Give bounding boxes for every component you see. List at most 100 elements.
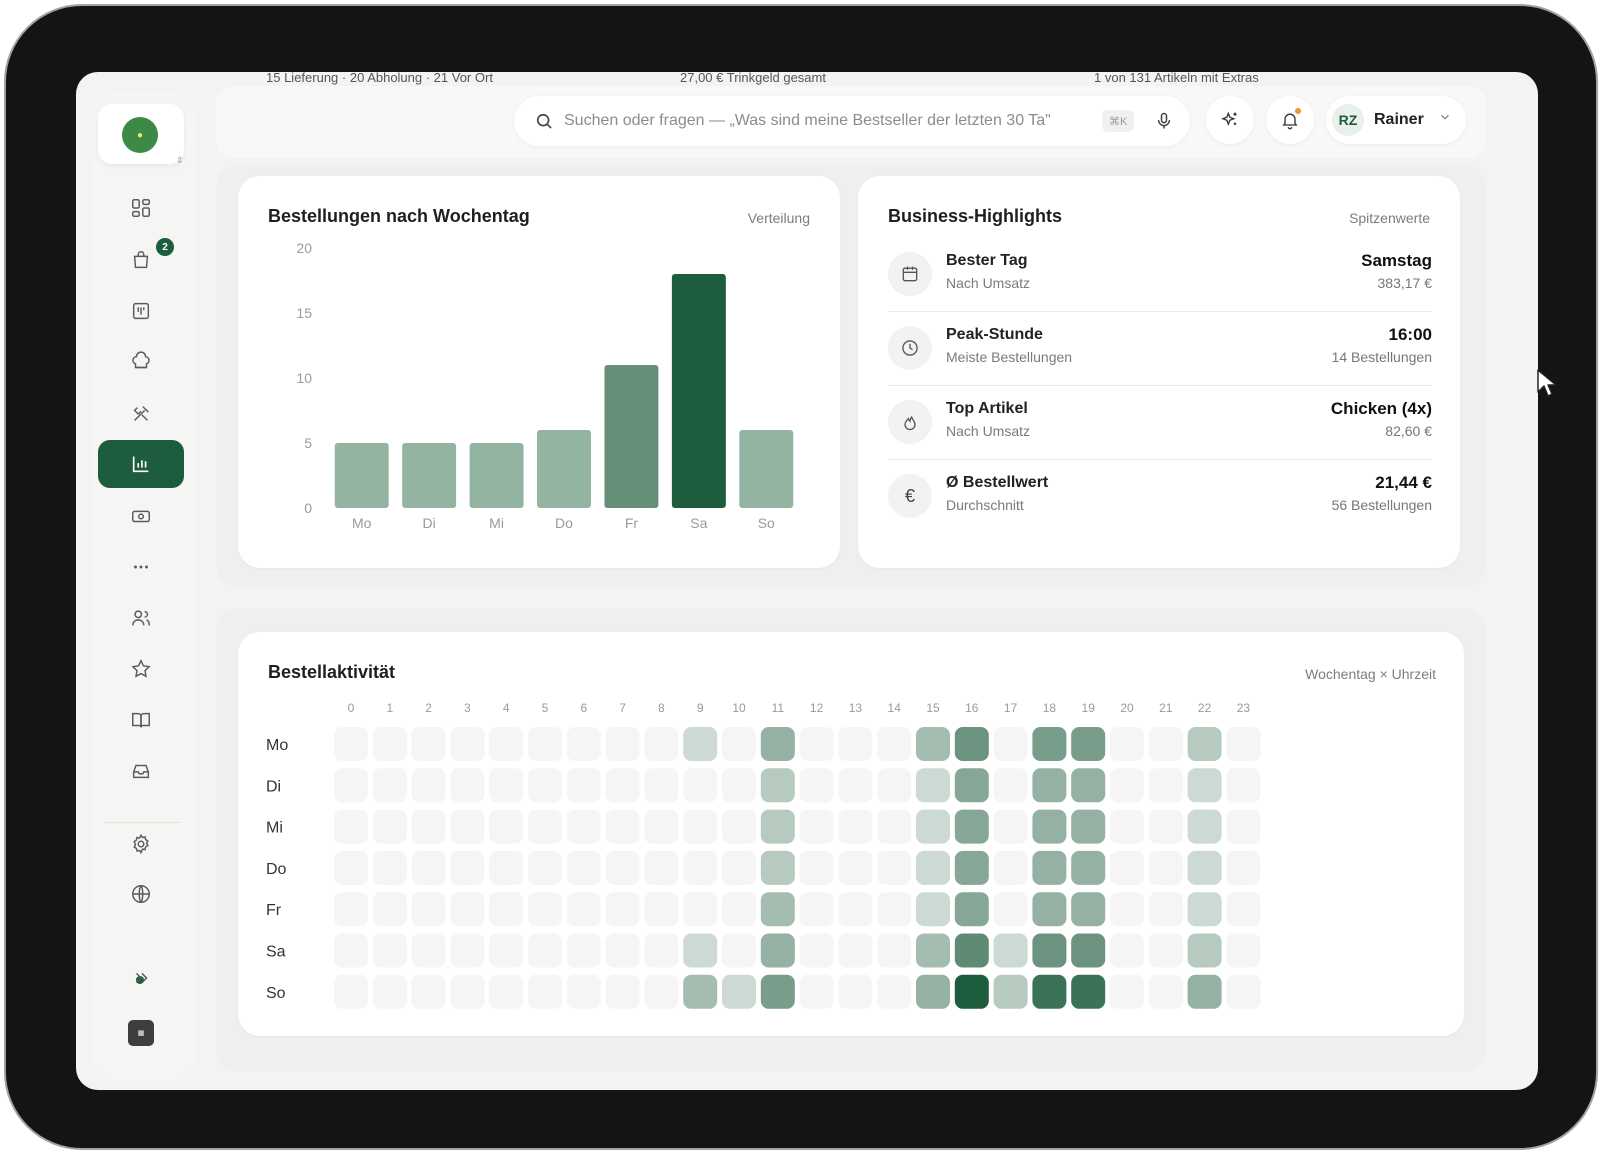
sidebar-item-orders[interactable]: 2 xyxy=(98,236,184,284)
heatmap-cell[interactable] xyxy=(799,768,834,803)
heatmap-cell[interactable] xyxy=(605,727,640,761)
heatmap-cell[interactable] xyxy=(1110,974,1144,1009)
heatmap-cell[interactable] xyxy=(722,974,756,1009)
heatmap-cell[interactable] xyxy=(954,850,989,885)
sidebar-item-analytics[interactable] xyxy=(98,440,184,488)
heatmap-cell[interactable] xyxy=(489,809,524,844)
heatmap-cell[interactable] xyxy=(605,892,640,927)
search-input[interactable] xyxy=(564,109,1094,133)
microphone-icon[interactable] xyxy=(1154,110,1174,132)
heatmap-cell[interactable] xyxy=(916,974,950,1009)
heatmap-cell[interactable] xyxy=(954,892,989,927)
heatmap-cell[interactable] xyxy=(411,892,446,927)
heatmap-cell[interactable] xyxy=(1226,727,1261,761)
heatmap-cell[interactable] xyxy=(644,768,679,803)
heatmap-cell[interactable] xyxy=(1071,892,1106,927)
sidebar-item-reviews[interactable] xyxy=(98,645,184,693)
heatmap-cell[interactable] xyxy=(450,933,485,968)
heatmap-cell[interactable] xyxy=(334,850,368,885)
heatmap-cell[interactable] xyxy=(683,850,718,885)
heatmap-cell[interactable] xyxy=(1032,974,1067,1009)
heatmap-cell[interactable] xyxy=(372,974,407,1009)
bar-so[interactable] xyxy=(739,430,794,508)
heatmap-cell[interactable] xyxy=(683,768,718,803)
heatmap-cell[interactable] xyxy=(605,933,640,968)
heatmap-cell[interactable] xyxy=(605,768,640,803)
heatmap-cell[interactable] xyxy=(1110,933,1144,968)
heatmap-cell[interactable] xyxy=(954,727,989,761)
bar-do[interactable] xyxy=(537,430,591,508)
sidebar-item-language[interactable] xyxy=(98,870,184,918)
heatmap-cell[interactable] xyxy=(760,727,795,761)
heatmap-cell[interactable] xyxy=(1226,768,1261,803)
heatmap-cell[interactable] xyxy=(1226,933,1261,968)
heatmap-cell[interactable] xyxy=(1032,809,1067,844)
heatmap-cell[interactable] xyxy=(993,892,1028,927)
heatmap-cell[interactable] xyxy=(334,892,368,927)
heatmap-cell[interactable] xyxy=(1071,933,1106,968)
heatmap-cell[interactable] xyxy=(954,768,989,803)
heatmap-cell[interactable] xyxy=(877,850,912,885)
heatmap-cell[interactable] xyxy=(760,892,795,927)
sidebar-item-chef[interactable] xyxy=(98,338,184,386)
heatmap-cell[interactable] xyxy=(528,892,562,927)
heatmap-cell[interactable] xyxy=(877,768,912,803)
heatmap-cell[interactable] xyxy=(1187,892,1222,927)
heatmap-cell[interactable] xyxy=(411,933,446,968)
heatmap-cell[interactable] xyxy=(722,892,756,927)
heatmap-cell[interactable] xyxy=(605,974,640,1009)
heatmap-cell[interactable] xyxy=(683,933,718,968)
heatmap-cell[interactable] xyxy=(528,850,562,885)
heatmap-cell[interactable] xyxy=(411,809,446,844)
heatmap-cell[interactable] xyxy=(411,727,446,761)
notifications-button[interactable] xyxy=(1266,96,1314,144)
heatmap-cell[interactable] xyxy=(450,892,485,927)
heatmap-cell[interactable] xyxy=(1032,727,1067,761)
heatmap-cell[interactable] xyxy=(916,768,950,803)
heatmap-cell[interactable] xyxy=(566,974,601,1009)
heatmap-cell[interactable] xyxy=(1071,974,1106,1009)
heatmap-cell[interactable] xyxy=(566,727,601,761)
heatmap-cell[interactable] xyxy=(334,768,368,803)
heatmap-cell[interactable] xyxy=(1148,974,1183,1009)
sidebar-item-customers[interactable] xyxy=(98,594,184,642)
heatmap-cell[interactable] xyxy=(489,974,524,1009)
heatmap-cell[interactable] xyxy=(566,850,601,885)
heatmap-cell[interactable] xyxy=(644,809,679,844)
heatmap-cell[interactable] xyxy=(644,892,679,927)
heatmap-cell[interactable] xyxy=(877,809,912,844)
heatmap-cell[interactable] xyxy=(1148,809,1183,844)
heatmap-cell[interactable] xyxy=(1148,768,1183,803)
sidebar-item-inbox[interactable] xyxy=(98,747,184,795)
heatmap-cell[interactable] xyxy=(993,974,1028,1009)
heatmap-cell[interactable] xyxy=(683,974,718,1009)
heatmap-cell[interactable] xyxy=(411,850,446,885)
heatmap-cell[interactable] xyxy=(993,933,1028,968)
heatmap-cell[interactable] xyxy=(489,727,524,761)
heatmap-cell[interactable] xyxy=(838,768,873,803)
heatmap-cell[interactable] xyxy=(1032,933,1067,968)
heatmap-cell[interactable] xyxy=(566,892,601,927)
heatmap-cell[interactable] xyxy=(1071,850,1106,885)
heatmap-cell[interactable] xyxy=(916,933,950,968)
heatmap-cell[interactable] xyxy=(644,933,679,968)
heatmap-cell[interactable] xyxy=(1110,850,1144,885)
heatmap-cell[interactable] xyxy=(528,933,562,968)
heatmap-cell[interactable] xyxy=(372,892,407,927)
heatmap-cell[interactable] xyxy=(1226,892,1261,927)
heatmap-cell[interactable] xyxy=(683,892,718,927)
heatmap-cell[interactable] xyxy=(760,850,795,885)
heatmap-cell[interactable] xyxy=(722,850,756,885)
heatmap-cell[interactable] xyxy=(372,768,407,803)
heatmap-cell[interactable] xyxy=(566,809,601,844)
heatmap-cell[interactable] xyxy=(1148,892,1183,927)
heatmap-cell[interactable] xyxy=(760,768,795,803)
heatmap-cell[interactable] xyxy=(722,933,756,968)
heatmap-cell[interactable] xyxy=(838,933,873,968)
heatmap-cell[interactable] xyxy=(489,850,524,885)
heatmap-cell[interactable] xyxy=(372,727,407,761)
heatmap-cell[interactable] xyxy=(1110,768,1144,803)
bar-sa[interactable] xyxy=(671,274,726,508)
sidebar-expand-button[interactable] xyxy=(98,954,184,1002)
heatmap-cell[interactable] xyxy=(916,727,950,761)
